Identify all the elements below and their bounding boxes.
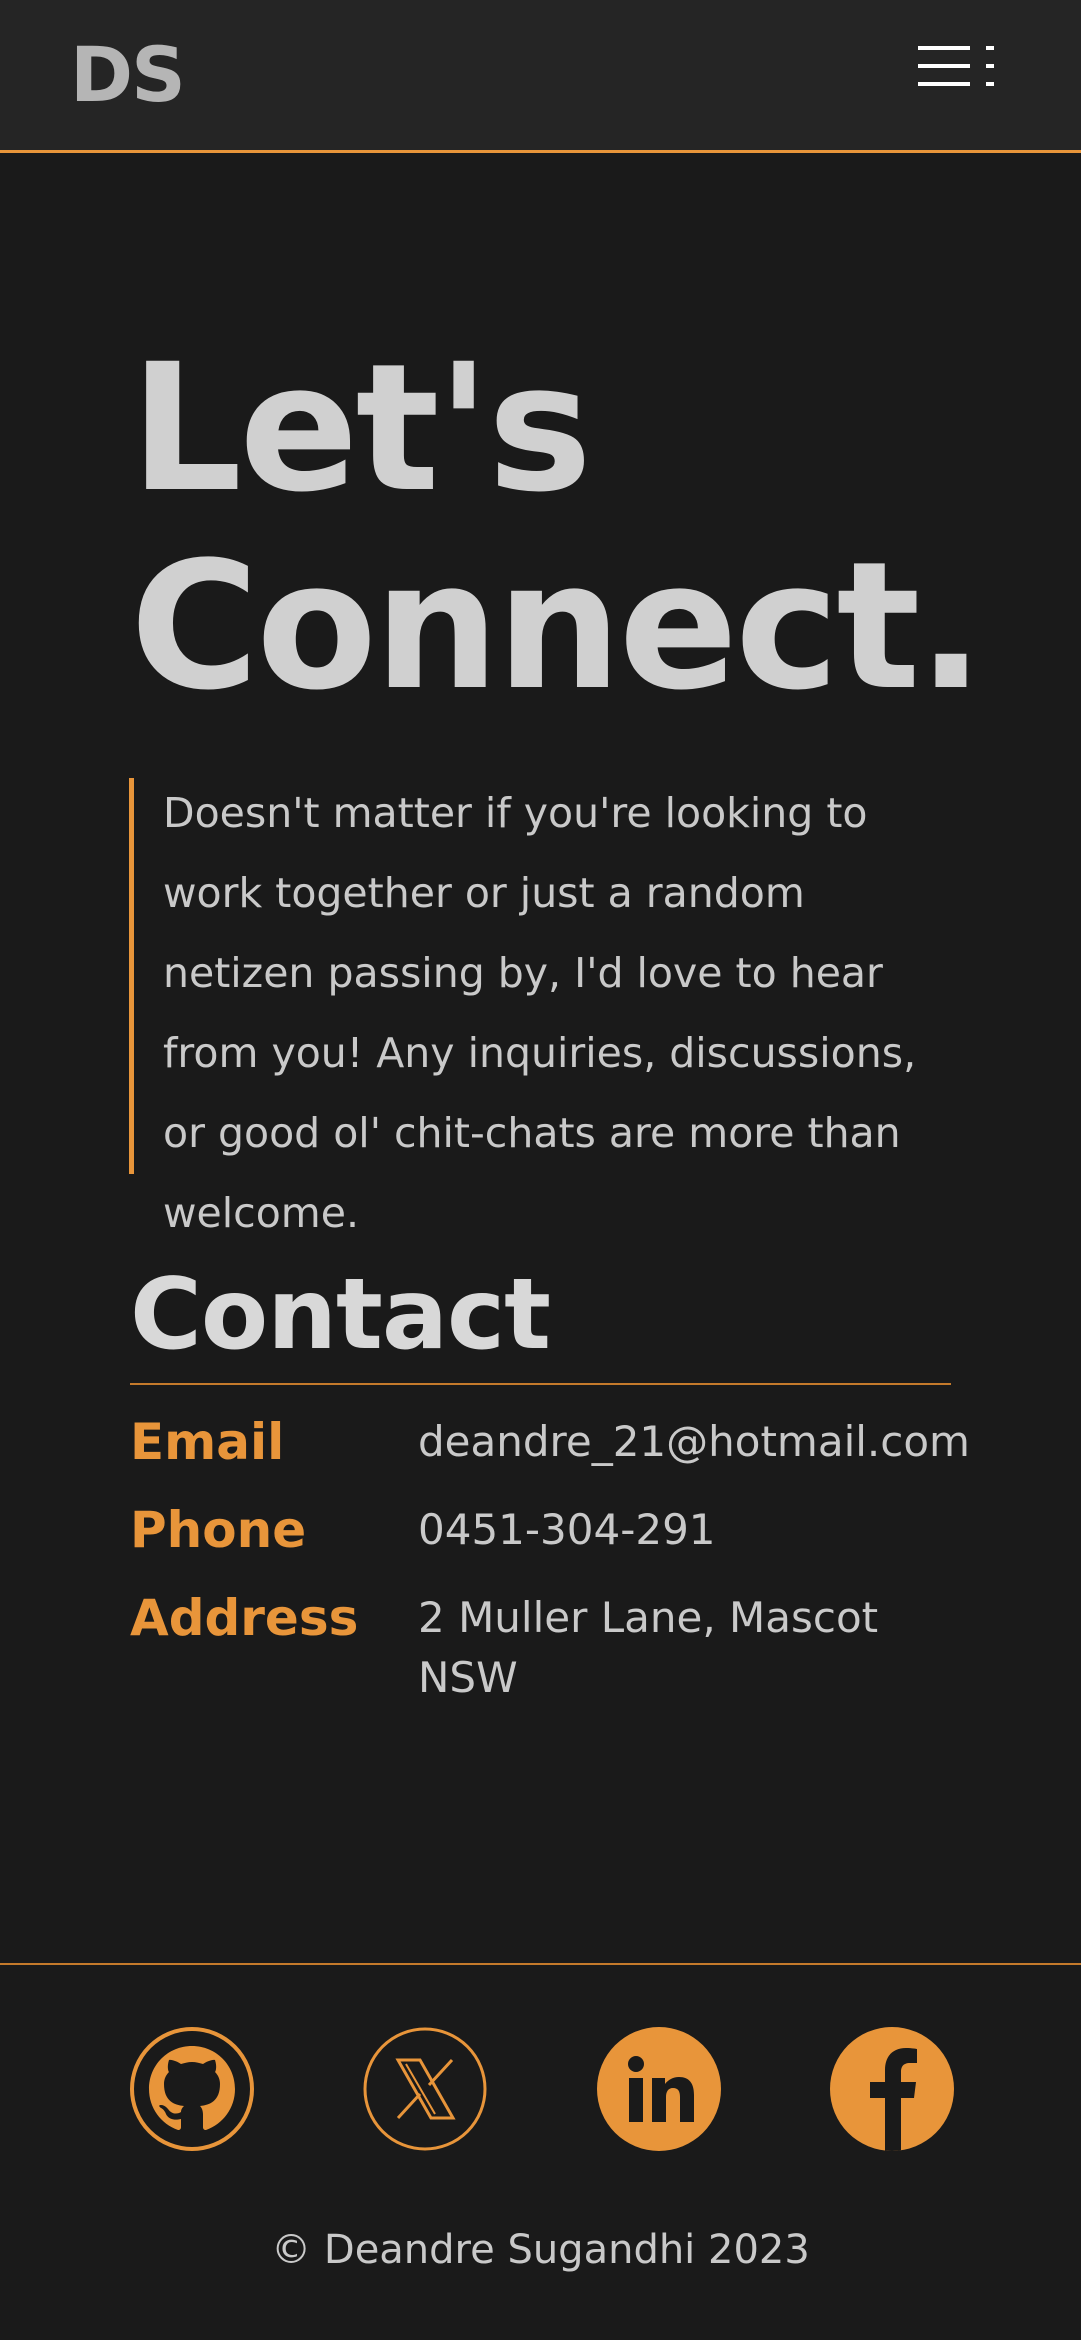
facebook-link[interactable] (829, 2026, 955, 2152)
intro-text: Doesn't matter if you're looking to work… (163, 789, 917, 1237)
footer-divider (0, 1963, 1081, 1965)
site-header: DS (0, 0, 1081, 153)
x-icon (363, 2027, 487, 2151)
github-link[interactable] (129, 2026, 255, 2152)
headline-line-2: Connect. (130, 524, 984, 729)
phone-label: Phone (130, 1501, 307, 1559)
site-logo[interactable]: DS (70, 30, 186, 120)
intro-quote: Doesn't matter if you're looking to work… (129, 778, 959, 1237)
phone-value[interactable]: 0451-304-291 (418, 1500, 938, 1560)
copyright-text: © Deandre Sugandhi 2023 (271, 2227, 810, 2273)
linkedin-icon (597, 2027, 721, 2151)
menu-icon (918, 46, 994, 86)
email-value[interactable]: deandre_21@hotmail.com (418, 1412, 970, 1472)
address-value: 2 Muller Lane, Mascot NSW (418, 1593, 879, 1702)
email-label: Email (130, 1413, 285, 1471)
facebook-icon (830, 2027, 954, 2151)
github-icon (130, 2027, 254, 2151)
page-headline: Let's Connect. (130, 326, 984, 729)
x-link[interactable] (362, 2026, 488, 2152)
contact-divider (130, 1383, 951, 1385)
menu-button[interactable] (912, 40, 1002, 110)
contact-title: Contact (130, 1258, 551, 1372)
address-label: Address (130, 1589, 359, 1647)
linkedin-link[interactable] (596, 2026, 722, 2152)
headline-line-1: Let's (130, 326, 592, 531)
